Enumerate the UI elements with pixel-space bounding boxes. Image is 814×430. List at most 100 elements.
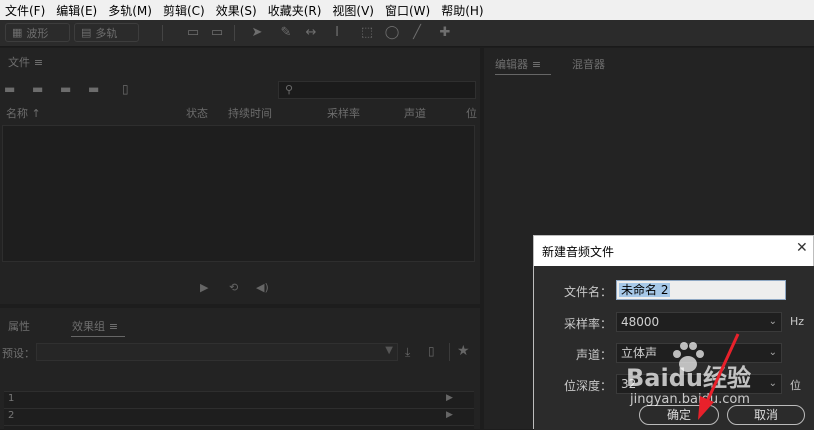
menu-edit[interactable]: 编辑(E) [51, 2, 103, 19]
properties-tab[interactable]: 属性 [8, 318, 30, 334]
files-column-header: 名称 ↑ 状态 持续时间 采样率 声道 位 [0, 105, 480, 123]
favorite-star-icon[interactable]: ★ [457, 343, 470, 359]
panel-menu-icon[interactable]: ≡ [532, 58, 541, 71]
dialog-body: 文件名： 未命名 2 采样率： 48000 ⌄ Hz 声道： 立体声 ⌄ 位深度… [534, 266, 814, 430]
chevron-down-icon: ⌄ [768, 347, 777, 358]
spectral-display-icon[interactable]: ▭ [184, 24, 202, 42]
column-bits[interactable]: 位 [466, 105, 477, 123]
channels-label: 声道： [575, 348, 612, 362]
samplerate-select[interactable]: 48000 ⌄ [616, 312, 782, 332]
panel-menu-icon[interactable]: ≡ [34, 56, 43, 69]
column-status[interactable]: 状态 [186, 105, 208, 123]
dialog-title: 新建音频文件 [542, 245, 615, 259]
razor-tool-icon[interactable]: ✎ [277, 24, 295, 42]
menu-file[interactable]: 文件(F) [0, 2, 51, 19]
loop-icon[interactable]: ⟲ [229, 281, 238, 294]
filename-selected-text: 未命名 2 [619, 283, 671, 297]
lasso-tool-icon[interactable]: ◯ [383, 24, 401, 42]
editor-tab-underline [495, 74, 551, 75]
effects-tab-underline [71, 336, 125, 337]
divider [449, 343, 450, 361]
time-selection-tool-icon[interactable]: I [328, 24, 346, 42]
rack-row[interactable]: 3 [4, 425, 474, 430]
autoplay-icon[interactable]: ◀) [256, 281, 269, 294]
editor-tab[interactable]: 编辑器 ≡ [495, 56, 541, 72]
rack-slot-number: 1 [8, 393, 15, 404]
red-arrow-icon [698, 333, 740, 420]
chevron-down-icon: ⌄ [768, 378, 777, 389]
column-duration[interactable]: 持续时间 [228, 105, 272, 123]
effects-panel: 属性 效果组 ≡ 预设： ▼ ⤓ ▯ ★ 1 ▶ 2 ▶ 3 [0, 308, 480, 430]
spot-healing-tool-icon[interactable]: ✚ [436, 24, 454, 42]
files-list[interactable] [2, 125, 475, 262]
files-search-input[interactable]: ⚲ [278, 81, 476, 99]
menu-window[interactable]: 窗口(W) [380, 2, 436, 19]
play-icon[interactable]: ▶ [200, 281, 208, 294]
slip-tool-icon[interactable]: ↔ [302, 24, 320, 42]
toolbar: ▦ 波形 ▤ 多轨 ▭ ▭ ➤ ✎ ↔ I ⬚ ◯ ╱ ✚ [0, 20, 814, 47]
new-audio-file-dialog: 新建音频文件 ✕ 文件名： 未命名 2 采样率： 48000 ⌄ Hz 声道： … [533, 235, 814, 430]
waveform-label: 波形 [26, 26, 49, 40]
menu-help[interactable]: 帮助(H) [436, 2, 489, 19]
samplerate-label: 采样率： [563, 317, 612, 331]
properties-tab-label: 属性 [8, 320, 30, 333]
menu-clip[interactable]: 剪辑(C) [158, 2, 211, 19]
rack-row[interactable]: 2 ▶ [4, 408, 474, 426]
play-icon[interactable]: ▶ [446, 393, 453, 403]
editor-tab-label: 编辑器 [495, 58, 528, 71]
import-file-icon[interactable]: ▬ [32, 82, 43, 96]
channels-value: 立体声 [621, 346, 658, 360]
move-tool-icon[interactable]: ➤ [248, 24, 266, 42]
new-file-icon[interactable]: ▬ [60, 82, 71, 96]
trash-icon[interactable]: ▯ [428, 344, 435, 358]
filename-input[interactable]: 未命名 2 [616, 280, 786, 300]
mixer-tab[interactable]: 混音器 [572, 56, 605, 72]
trash-icon[interactable]: ▯ [122, 82, 129, 96]
column-channels[interactable]: 声道 [404, 105, 426, 123]
mixer-tab-label: 混音器 [572, 58, 605, 71]
open-file-icon[interactable]: ▬ [4, 82, 15, 96]
marquee-tool-icon[interactable]: ⬚ [358, 24, 376, 42]
samplerate-unit: Hz [790, 315, 805, 328]
waveform-icon: ▦ [12, 26, 23, 39]
menu-multitrack[interactable]: 多轨(M) [103, 2, 158, 19]
toolbar-divider [234, 25, 235, 41]
waveform-button[interactable]: ▦ 波形 [5, 23, 70, 42]
multitrack-button[interactable]: ▤ 多轨 [74, 23, 139, 42]
brush-tool-icon[interactable]: ╱ [408, 24, 426, 42]
multitrack-label: 多轨 [95, 26, 118, 40]
sort-up-icon: ↑ [28, 107, 41, 120]
chevron-down-icon: ⌄ [768, 316, 777, 327]
effects-rack-tab[interactable]: 效果组 ≡ [72, 318, 118, 334]
save-preset-icon[interactable]: ⤓ [405, 345, 410, 360]
panel-menu-icon[interactable]: ≡ [109, 320, 118, 333]
rack-row[interactable]: 1 ▶ [4, 391, 474, 409]
bitdepth-unit: 位 [790, 379, 801, 392]
filename-label: 文件名： [563, 285, 612, 299]
menu-view[interactable]: 视图(V) [327, 2, 380, 19]
bitdepth-label: 位深度： [563, 379, 612, 393]
multitrack-icon: ▤ [81, 26, 92, 39]
toolbar-divider [162, 25, 163, 41]
menu-bar: 文件(F) 编辑(E) 多轨(M) 剪辑(C) 效果(S) 收藏夹(R) 视图(… [0, 0, 814, 20]
preset-select[interactable]: ▼ [36, 343, 398, 361]
insert-multitrack-icon[interactable]: ▬ [88, 82, 99, 96]
files-panel: 文件 ≡ ▬ ▬ ▬ ▬ ▯ ⚲ 名称 ↑ 状态 持续时间 采样率 声道 位 ▶… [0, 48, 480, 304]
files-toolbar: ▬ ▬ ▬ ▬ ▯ [4, 82, 144, 98]
search-icon: ⚲ [285, 83, 294, 96]
column-name[interactable]: 名称 ↑ [6, 105, 41, 123]
play-icon[interactable]: ▶ [446, 410, 453, 420]
files-tab-label: 文件 [8, 56, 30, 69]
rack-slot-number: 2 [8, 410, 15, 421]
menu-favorites[interactable]: 收藏夹(R) [263, 2, 328, 19]
effects-rack-tab-label: 效果组 [72, 320, 105, 333]
bitdepth-value: 32 [621, 377, 637, 391]
files-tab[interactable]: 文件 ≡ [8, 54, 43, 70]
column-samplerate[interactable]: 采样率 [327, 105, 360, 123]
chevron-down-icon: ▼ [385, 345, 393, 356]
menu-effects[interactable]: 效果(S) [211, 2, 263, 19]
close-icon[interactable]: ✕ [796, 240, 808, 256]
samplerate-value: 48000 [621, 315, 660, 329]
pitch-display-icon[interactable]: ▭ [208, 24, 226, 42]
preset-label: 预设： [2, 347, 35, 360]
